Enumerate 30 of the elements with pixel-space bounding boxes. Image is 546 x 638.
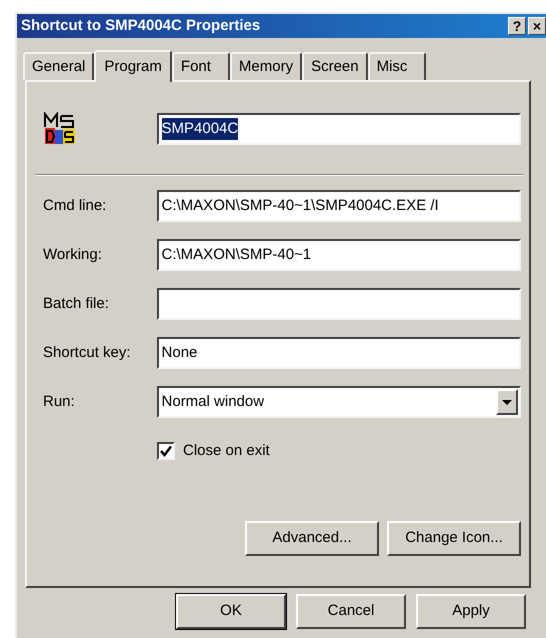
caret-icon [502, 400, 512, 404]
program-name-field[interactable]: SMP4004C [156, 113, 521, 145]
close-button[interactable]: × [528, 17, 546, 35]
input-field[interactable]: None [156, 337, 521, 369]
field-label: Shortcut key: [42, 342, 132, 363]
tab[interactable]: Memory [230, 52, 302, 80]
ok-button[interactable]: OK [176, 594, 286, 629]
field-label: Run: [42, 392, 76, 412]
tab[interactable]: Misc [368, 52, 426, 80]
input-field[interactable]: C:\MAXON\SMP-40~1\SMP4004C.EXE /I [156, 190, 521, 222]
input-field[interactable] [156, 288, 521, 320]
apply-button[interactable]: Apply [416, 594, 526, 629]
change-icon-button[interactable]: Change Icon... [387, 520, 521, 556]
advanced-button[interactable]: Advanced... [245, 520, 379, 556]
tab[interactable]: Program [94, 50, 172, 82]
ms-dos-logo-icon [43, 112, 77, 146]
help-button[interactable]: ? [508, 17, 526, 35]
cancel-button[interactable]: Cancel [296, 594, 406, 629]
field-label: Batch file: [42, 294, 110, 314]
field-label: Working: [42, 244, 103, 265]
window-title: Shortcut to SMP4004C Properties [21, 16, 262, 36]
dropdown-arrow-button[interactable] [496, 389, 518, 415]
checkbox-label: Close on exit [183, 441, 270, 461]
tab[interactable]: General [23, 52, 94, 80]
tab[interactable]: Screen [302, 52, 368, 80]
run-dropdown[interactable]: Normal window [156, 386, 521, 418]
checkbox[interactable] [157, 442, 175, 460]
tab[interactable]: Font [172, 52, 230, 80]
field-label: Cmd line: [42, 196, 108, 216]
input-field[interactable]: C:\MAXON\SMP-40~1 [156, 239, 521, 271]
